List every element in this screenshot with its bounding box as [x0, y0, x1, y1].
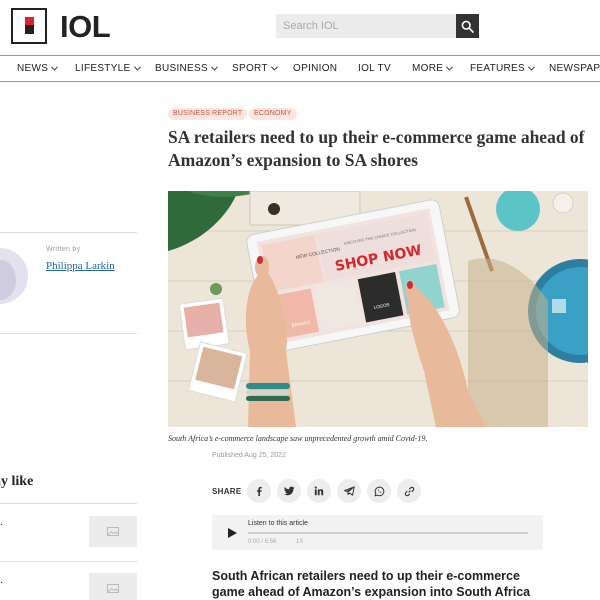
facebook-icon: [257, 486, 262, 496]
related-article-title[interactable]: .: [0, 574, 3, 586]
nav-label: MORE: [412, 63, 444, 74]
audio-progress-track[interactable]: [248, 532, 528, 534]
search-icon: [461, 20, 474, 33]
audio-speed-button[interactable]: 1X: [296, 539, 303, 545]
nav-label: OPINION: [293, 63, 338, 74]
hero-illustration: NEW COLLECTION DISCOVER THE CHOICE COLLE…: [168, 191, 588, 427]
you-may-like-heading: ay like: [0, 474, 34, 489]
share-facebook-button[interactable]: [247, 479, 271, 503]
related-article-thumbnail[interactable]: [89, 516, 137, 547]
chevron-down-icon: [527, 63, 536, 71]
nav-item-opinion[interactable]: OPINION: [293, 63, 337, 74]
play-icon[interactable]: [228, 528, 237, 538]
nav-label: FEATURES: [470, 63, 525, 74]
search-bar: [276, 14, 479, 38]
divider: [0, 232, 137, 233]
chevron-down-icon: [51, 63, 59, 71]
nav-item-news[interactable]: NEWS: [17, 63, 59, 74]
nav-item-more[interactable]: MORE: [412, 63, 454, 74]
article-headline: SA retailers need to up their e-commerce…: [168, 127, 585, 170]
share-whatsapp-button[interactable]: [367, 479, 391, 503]
iol-logo-mark[interactable]: [11, 8, 47, 44]
iol-logo-text[interactable]: IOL: [60, 9, 111, 45]
nav-item-newspapers[interactable]: NEWSPAPE: [549, 63, 600, 74]
audio-player: Listen to this article 0:00 / 6:56 1X: [212, 515, 543, 550]
telegram-icon: [343, 486, 355, 496]
nav-label: LIFESTYLE: [75, 63, 131, 74]
written-by-label: Written by: [46, 246, 81, 253]
twitter-icon: [283, 486, 294, 496]
author-avatar[interactable]: [0, 248, 28, 304]
nav-item-features[interactable]: FEATURES: [470, 63, 536, 74]
author-name-link[interactable]: Philippa Larkin: [46, 260, 115, 272]
image-placeholder-icon: [107, 527, 119, 536]
published-date: Published Aug 25, 2022: [212, 452, 286, 459]
nav-item-sport[interactable]: SPORT: [232, 63, 278, 74]
hero-image: NEW COLLECTION DISCOVER THE CHOICE COLLE…: [168, 191, 588, 427]
nav-label: NEWSPAPE: [549, 63, 600, 74]
chevron-down-icon: [446, 63, 454, 71]
share-twitter-button[interactable]: [277, 479, 301, 503]
chevron-down-icon: [133, 63, 141, 71]
image-placeholder-icon: [107, 584, 119, 593]
nav-item-business[interactable]: BUSINESS: [155, 63, 219, 74]
copy-link-button[interactable]: [397, 479, 421, 503]
divider: [0, 333, 137, 334]
chevron-down-icon: [210, 63, 219, 71]
divider: [0, 503, 137, 504]
main-nav: NEWS LIFESTYLE BUSINESS SPORT OPINION IO…: [0, 57, 600, 82]
nav-label: IOL TV: [358, 63, 391, 74]
tag-economy[interactable]: ECONOMY: [249, 108, 297, 120]
nav-item-iol-tv[interactable]: IOL TV: [358, 63, 391, 74]
nav-label: SPORT: [232, 63, 268, 74]
audio-time: 0:00 / 6:56: [248, 539, 277, 545]
image-caption: South Africa’s e-commerce landscape saw …: [168, 434, 428, 443]
share-linkedin-button[interactable]: [307, 479, 331, 503]
nav-label: NEWS: [17, 63, 49, 74]
article-lede: South African retailers need to up their…: [212, 569, 531, 599]
search-button[interactable]: [456, 14, 479, 38]
nav-item-lifestyle[interactable]: LIFESTYLE: [75, 63, 141, 74]
linkedin-icon: [314, 486, 324, 496]
related-article-thumbnail[interactable]: [89, 573, 137, 600]
site-header: IOL: [0, 0, 600, 56]
link-icon: [404, 486, 414, 496]
page: IOL NEWS LIFESTYLE BUSINESS SPORT OPINIO…: [0, 0, 600, 600]
tag-business-report[interactable]: BUSINESS REPORT: [168, 108, 248, 120]
divider: [0, 561, 137, 562]
related-article-title[interactable]: .: [0, 516, 3, 528]
audio-title: Listen to this article: [248, 520, 308, 527]
share-telegram-button[interactable]: [337, 479, 361, 503]
share-label: SHARE: [212, 487, 242, 496]
whatsapp-icon: [373, 486, 384, 497]
chevron-down-icon: [270, 63, 278, 71]
search-input[interactable]: [276, 14, 456, 38]
nav-label: BUSINESS: [155, 63, 208, 74]
